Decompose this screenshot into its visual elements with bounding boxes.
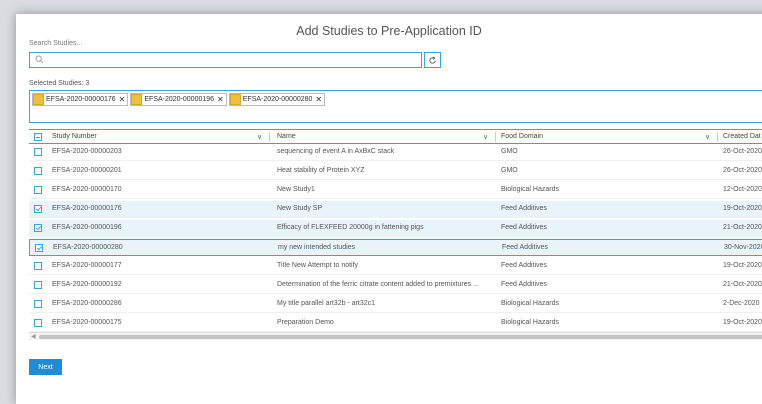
add-studies-dialog: Add Studies to Pre-Application ID Search…	[16, 14, 762, 404]
created-date-cell: 26-Oct-2020	[723, 148, 762, 155]
column-divider	[495, 132, 496, 142]
created-date-cell: 19-Oct-2020	[723, 262, 762, 269]
chip-label: EFSA-2020-00000280	[242, 96, 313, 103]
created-date-cell: 30-Nov-2020	[724, 244, 762, 251]
food-domain-cell: Feed Additives	[501, 262, 547, 269]
table-header: Study Number ∨ Name ∨ Food Domain ∨ Crea…	[29, 129, 762, 144]
col-study-number[interactable]: Study Number	[52, 133, 97, 140]
col-created-date[interactable]: Created Dat	[723, 133, 761, 140]
refresh-button[interactable]	[424, 52, 441, 68]
row-checkbox[interactable]	[34, 205, 42, 213]
created-date-cell: 19-Oct-2020	[723, 319, 762, 326]
study-number-cell: EFSA-2020-00000170	[52, 186, 122, 193]
studies-table: Study Number ∨ Name ∨ Food Domain ∨ Crea…	[29, 129, 762, 340]
chevron-down-icon[interactable]: ∨	[257, 133, 262, 141]
created-date-cell: 12-Oct-2020	[723, 186, 762, 193]
study-number-cell: EFSA-2020-00000177	[52, 262, 122, 269]
food-domain-cell: Biological Hazards	[501, 319, 559, 326]
scrollbar-thumb[interactable]	[39, 335, 762, 339]
study-name-cell: Title New Attempt to notify	[277, 262, 359, 269]
food-domain-cell: GMO	[501, 148, 518, 155]
scroll-left-icon[interactable]: ◀	[31, 333, 36, 340]
study-icon	[131, 94, 143, 105]
study-name-cell: New Study1	[277, 186, 315, 193]
chip-label: EFSA-2020-00000196	[144, 96, 215, 103]
created-date-cell: 21-Oct-2020	[723, 281, 762, 288]
study-name-cell: Preparation Demo	[277, 319, 334, 326]
chevron-down-icon[interactable]: ∨	[705, 133, 710, 141]
study-name-cell: sequencing of event A in AxBxC stack	[277, 148, 395, 155]
select-all-checkbox[interactable]	[34, 133, 42, 141]
table-row[interactable]: EFSA-2020-00000286 My title parallel art3…	[29, 296, 762, 313]
row-checkbox[interactable]	[34, 148, 42, 156]
row-checkbox[interactable]	[35, 244, 43, 252]
created-date-cell: 21-Oct-2020	[723, 224, 762, 231]
study-chip: EFSA-2020-00000196 ✕	[130, 93, 227, 106]
food-domain-cell: Feed Additives	[501, 281, 547, 288]
table-row[interactable]: EFSA-2020-00000203 sequencing of event A …	[29, 144, 762, 161]
food-domain-cell: Feed Additives	[502, 244, 548, 251]
study-name-cell: My title parallel art32b - art32c1	[277, 300, 376, 307]
table-row[interactable]: EFSA-2020-00000175 Preparation Demo Biolog…	[29, 315, 762, 332]
row-checkbox[interactable]	[34, 319, 42, 327]
remove-chip-icon[interactable]: ✕	[315, 95, 322, 104]
refresh-icon	[429, 56, 436, 64]
next-button[interactable]: Next	[29, 359, 62, 375]
food-domain-cell: Biological Hazards	[501, 186, 559, 193]
search-input[interactable]	[29, 52, 422, 68]
remove-chip-icon[interactable]: ✕	[217, 95, 224, 104]
food-domain-cell: Biological Hazards	[501, 300, 559, 307]
created-date-cell: 26-Oct-2020	[723, 167, 762, 174]
chevron-down-icon[interactable]: ∨	[483, 133, 488, 141]
food-domain-cell: Feed Additives	[501, 205, 547, 212]
study-chip: EFSA-2020-00000176 ✕	[32, 93, 129, 106]
study-number-cell: EFSA-2020-00000203	[52, 148, 122, 155]
food-domain-cell: Feed Additives	[501, 224, 547, 231]
study-name-cell: New Study SP	[277, 205, 323, 212]
study-name-cell: my new intended studies	[278, 244, 356, 251]
col-food-domain[interactable]: Food Domain	[501, 133, 543, 140]
dialog-title: Add Studies to Pre-Application ID	[296, 24, 482, 38]
created-date-cell: 19-Oct-2020	[723, 205, 762, 212]
table-row[interactable]: EFSA-2020-00000196 Efficacy of FLEXFEED 2…	[29, 220, 762, 237]
row-checkbox[interactable]	[34, 224, 42, 232]
column-divider	[269, 132, 270, 142]
column-divider	[717, 132, 718, 142]
study-number-cell: EFSA-2020-00000196	[52, 224, 122, 231]
table-row[interactable]: EFSA-2020-00000177 Title New Attempt to n…	[29, 258, 762, 275]
study-number-cell: EFSA-2020-00000175	[52, 319, 122, 326]
table-body: EFSA-2020-00000203 sequencing of event A …	[29, 144, 762, 333]
horizontal-scrollbar[interactable]: ◀	[29, 332, 762, 340]
table-row[interactable]: EFSA-2020-00000170 New Study1 Biological H…	[29, 182, 762, 199]
table-row[interactable]: EFSA-2020-00000280 my new intended studie…	[29, 239, 762, 256]
study-name-cell: Heat stability of Protein XYZ	[277, 167, 365, 174]
search-icon	[35, 55, 44, 64]
row-checkbox[interactable]	[34, 300, 42, 308]
chip-label: EFSA-2020-00000176	[46, 96, 116, 103]
created-date-cell: 2-Dec-2020	[723, 300, 760, 307]
row-checkbox[interactable]	[34, 167, 42, 175]
selected-count: Selected Studies: 3	[29, 80, 90, 87]
row-checkbox[interactable]	[34, 262, 42, 270]
study-name-cell: Efficacy of FLEXFEED 20000g in fattening…	[277, 224, 424, 231]
selected-studies-box: EFSA-2020-00000176 ✕ EFSA-2020-00000196 …	[29, 90, 762, 123]
table-row[interactable]: EFSA-2020-00000176 New Study SP Feed Addit…	[29, 201, 762, 218]
food-domain-cell: GMO	[501, 167, 518, 174]
col-name[interactable]: Name	[277, 133, 296, 140]
search-label: Search Studies...	[29, 40, 83, 47]
row-checkbox[interactable]	[34, 186, 42, 194]
table-row[interactable]: EFSA-2020-00000192 Determination of the f…	[29, 277, 762, 294]
study-number-cell: EFSA-2020-00000201	[52, 167, 122, 174]
study-icon	[33, 94, 44, 105]
row-checkbox[interactable]	[34, 281, 42, 289]
study-number-cell: EFSA-2020-00000280	[53, 244, 123, 251]
table-row[interactable]: EFSA-2020-00000201 Heat stability of Prot…	[29, 163, 762, 180]
study-chip: EFSA-2020-00000280 ✕	[228, 93, 326, 106]
study-icon	[229, 94, 241, 105]
study-number-cell: EFSA-2020-00000286	[52, 300, 122, 307]
remove-chip-icon[interactable]: ✕	[119, 95, 126, 104]
study-number-cell: EFSA-2020-00000176	[52, 205, 122, 212]
study-name-cell: Determination of the ferric citrate cont…	[277, 281, 479, 288]
study-number-cell: EFSA-2020-00000192	[52, 281, 122, 288]
